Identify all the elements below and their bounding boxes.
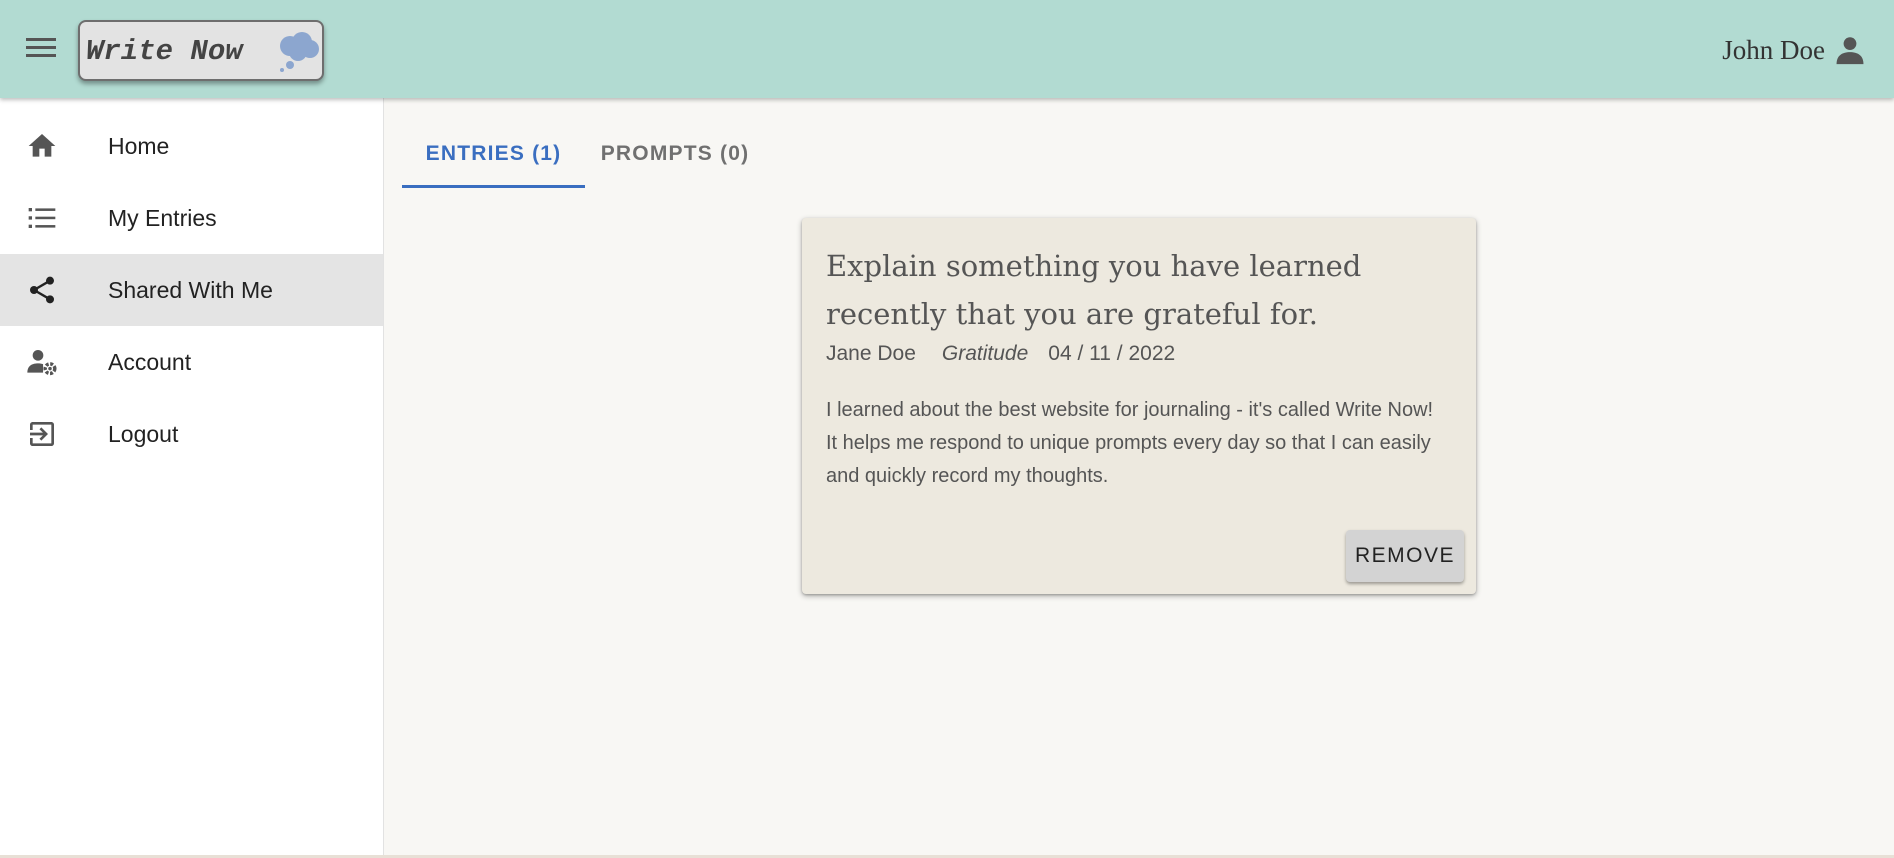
person-icon bbox=[1836, 37, 1864, 65]
sidebar-item-home[interactable]: Home bbox=[0, 110, 383, 182]
app-bar: Write Now John Doe bbox=[0, 0, 1894, 98]
app-name: Write Now bbox=[86, 35, 243, 68]
tab-indicator bbox=[402, 185, 585, 188]
menu-icon[interactable] bbox=[24, 34, 58, 64]
home-icon bbox=[28, 134, 56, 157]
user-name: John Doe bbox=[1722, 34, 1825, 65]
entry-card: Explain something you have learned recen… bbox=[802, 218, 1476, 594]
sidebar-item-label: Logout bbox=[108, 420, 179, 447]
user-menu[interactable]: John Doe bbox=[1722, 32, 1867, 68]
entry-body: I learned about the best website for jou… bbox=[826, 399, 1434, 487]
thought-bubble-icon bbox=[280, 32, 319, 72]
logout-icon bbox=[30, 422, 54, 446]
sidebar-item-shared-with-me[interactable]: Shared With Me bbox=[0, 254, 383, 326]
sidebar-item-logout[interactable]: Logout bbox=[0, 398, 383, 470]
list-icon bbox=[28, 208, 56, 228]
entry-category: Gratitude bbox=[941, 342, 1029, 365]
tab-entries[interactable]: ENTRIES (1) bbox=[402, 120, 585, 188]
sidebar: Home My Entries Shared With Me Account L… bbox=[0, 98, 384, 858]
entry-date: 04 / 11 / 2022 bbox=[1048, 342, 1176, 365]
sidebar-item-account[interactable]: Account bbox=[0, 326, 383, 398]
entry-author: Jane Doe bbox=[826, 342, 916, 365]
sidebar-item-label: Account bbox=[108, 348, 192, 375]
remove-button[interactable]: REMOVE bbox=[1346, 530, 1464, 582]
account-settings-icon bbox=[27, 350, 57, 376]
sidebar-item-label: Shared With Me bbox=[108, 276, 273, 303]
app-logo[interactable]: Write Now bbox=[78, 20, 324, 81]
sidebar-item-my-entries[interactable]: My Entries bbox=[0, 182, 383, 254]
entry-title: Explain something you have learned recen… bbox=[826, 249, 1362, 331]
entry-meta: Jane Doe Gratitude 04 / 11 / 2022 bbox=[826, 342, 1175, 366]
sidebar-item-label: Home bbox=[108, 132, 170, 159]
share-icon bbox=[30, 276, 54, 304]
sidebar-item-label: My Entries bbox=[108, 204, 217, 231]
tab-prompts[interactable]: PROMPTS (0) bbox=[585, 120, 765, 188]
